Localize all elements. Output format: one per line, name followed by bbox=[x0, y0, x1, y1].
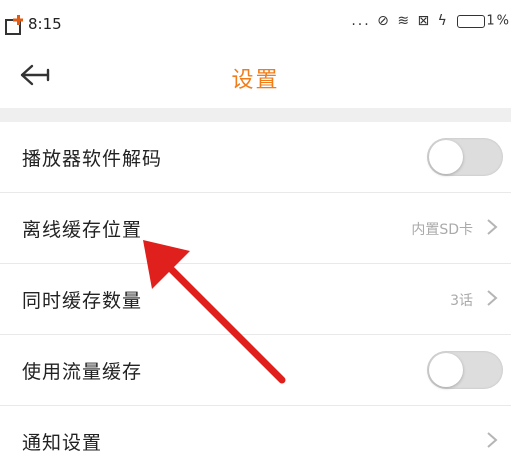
software-decode-toggle[interactable] bbox=[427, 138, 503, 176]
setting-label: 使用流量缓存 bbox=[22, 361, 143, 383]
status-icons-text: ... ⊘ ≋ ⊠ ϟ bbox=[351, 13, 449, 29]
setting-label: 播放器软件解码 bbox=[22, 148, 163, 170]
setting-label: 离线缓存位置 bbox=[22, 219, 143, 241]
toggle-knob bbox=[429, 140, 463, 174]
setting-row-player-software-decode[interactable]: 播放器软件解码 bbox=[0, 122, 511, 193]
status-time: 8:15 bbox=[28, 15, 62, 33]
page-title: 设置 bbox=[231, 68, 280, 93]
setting-value: 3话 bbox=[450, 293, 473, 309]
setting-row-offline-cache-location[interactable]: 离线缓存位置 内置SD卡 bbox=[0, 193, 511, 264]
nav-bar: 设置 bbox=[0, 48, 511, 108]
setting-label: 通知设置 bbox=[22, 432, 103, 454]
chevron-right-icon bbox=[487, 432, 498, 448]
chevron-right-icon bbox=[487, 290, 498, 306]
battery-icon bbox=[457, 14, 486, 28]
setting-row-concurrent-cache-count[interactable]: 同时缓存数量 3话 bbox=[0, 264, 511, 335]
app-badge-icon bbox=[5, 15, 23, 35]
status-bar: 8:15 ... ⊘ ≋ ⊠ ϟ 1% bbox=[0, 0, 511, 48]
setting-label: 同时缓存数量 bbox=[22, 290, 143, 312]
setting-row-notification-settings[interactable]: 通知设置 bbox=[0, 406, 511, 476]
status-icons: ... ⊘ ≋ ⊠ ϟ 1% bbox=[351, 13, 511, 29]
section-divider bbox=[0, 108, 511, 122]
setting-value: 内置SD卡 bbox=[411, 222, 473, 238]
settings-list: 播放器软件解码 离线缓存位置 内置SD卡 同时缓存数量 3话 使用流量缓存 通知… bbox=[0, 122, 511, 476]
battery-percent: 1% bbox=[486, 13, 511, 29]
chevron-right-icon bbox=[487, 219, 498, 235]
toggle-knob bbox=[429, 353, 463, 387]
mobile-data-cache-toggle[interactable] bbox=[427, 351, 503, 389]
setting-row-mobile-data-cache[interactable]: 使用流量缓存 bbox=[0, 335, 511, 406]
